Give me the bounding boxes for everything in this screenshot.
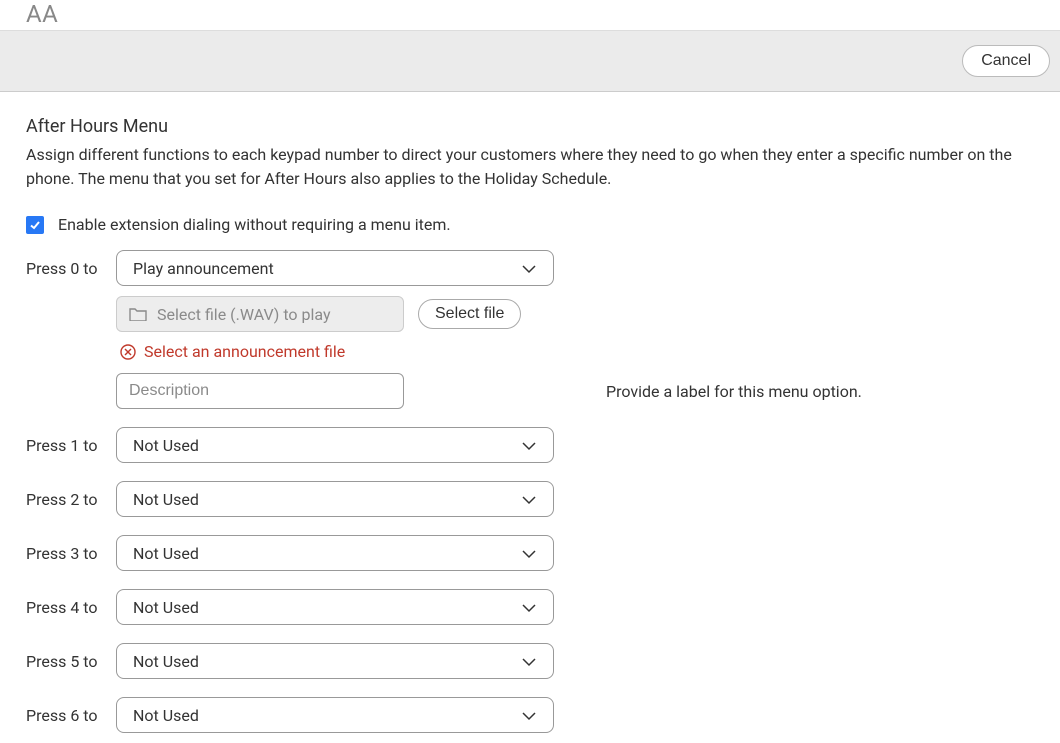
cancel-button[interactable]: Cancel [962,45,1050,77]
file-select-row: Select file (.WAV) to play Select file [116,296,1034,332]
press-4-row: Press 4 to Not Used [26,589,1034,625]
press-6-selection: Not Used [133,706,199,725]
file-error: Select an announcement file [116,342,1034,361]
file-input[interactable]: Select file (.WAV) to play [116,296,404,332]
chevron-down-icon [521,490,537,509]
chevron-down-icon [521,706,537,725]
folder-icon [129,307,147,321]
press-5-row: Press 5 to Not Used [26,643,1034,679]
press-0-row: Press 0 to Play announcement [26,250,1034,286]
press-4-label: Press 4 to [26,598,104,617]
press-5-label: Press 5 to [26,652,104,671]
enable-extension-row: Enable extension dialing without requiri… [26,215,1034,234]
press-3-dropdown[interactable]: Not Used [116,535,554,571]
press-2-row: Press 2 to Not Used [26,481,1034,517]
content-area: After Hours Menu Assign different functi… [0,92,1060,743]
press-4-selection: Not Used [133,598,199,617]
chevron-down-icon [521,652,537,671]
check-icon [29,219,41,231]
press-1-dropdown[interactable]: Not Used [116,427,554,463]
press-1-label: Press 1 to [26,436,104,455]
press-3-label: Press 3 to [26,544,104,563]
press-3-row: Press 3 to Not Used [26,535,1034,571]
press-3-selection: Not Used [133,544,199,563]
press-6-row: Press 6 to Not Used [26,697,1034,733]
chevron-down-icon [521,598,537,617]
press-6-label: Press 6 to [26,706,104,725]
press-0-subarea: Select file (.WAV) to play Select file S… [26,296,1034,409]
press-0-selection: Play announcement [133,259,274,278]
press-1-row: Press 1 to Not Used [26,427,1034,463]
press-5-dropdown[interactable]: Not Used [116,643,554,679]
chevron-down-icon [521,259,537,278]
select-file-button[interactable]: Select file [418,299,521,329]
file-error-text: Select an announcement file [144,342,345,361]
description-row: Provide a label for this menu option. [116,373,1034,409]
description-help: Provide a label for this menu option. [606,382,862,401]
press-1-selection: Not Used [133,436,199,455]
error-icon [120,344,136,360]
press-5-selection: Not Used [133,652,199,671]
header-bar: Cancel [0,31,1060,92]
brand-label: AA [0,0,1060,31]
press-0-dropdown[interactable]: Play announcement [116,250,554,286]
chevron-down-icon [521,436,537,455]
file-input-placeholder: Select file (.WAV) to play [157,305,331,324]
press-2-dropdown[interactable]: Not Used [116,481,554,517]
press-4-dropdown[interactable]: Not Used [116,589,554,625]
press-6-dropdown[interactable]: Not Used [116,697,554,733]
press-0-label: Press 0 to [26,259,104,278]
chevron-down-icon [521,544,537,563]
section-title: After Hours Menu [26,116,1034,137]
enable-extension-checkbox[interactable] [26,216,44,234]
section-description: Assign different functions to each keypa… [26,143,1034,191]
enable-extension-label: Enable extension dialing without requiri… [58,215,451,234]
press-2-label: Press 2 to [26,490,104,509]
description-input[interactable] [116,373,404,409]
press-2-selection: Not Used [133,490,199,509]
